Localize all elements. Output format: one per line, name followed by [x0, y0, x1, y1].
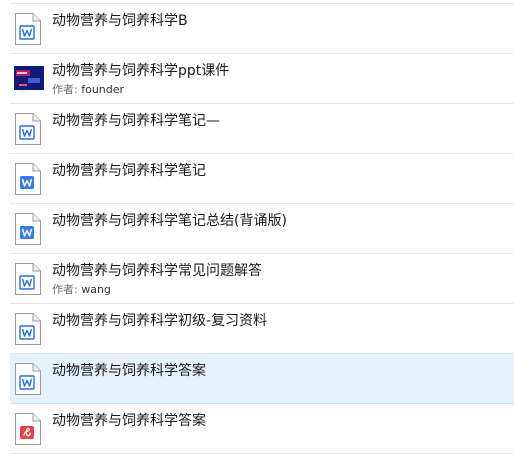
file-title[interactable]: 动物营养与饲养科学笔记 — [52, 162, 206, 180]
word-doc-icon — [14, 12, 42, 46]
word-doc-icon — [14, 112, 42, 146]
file-title[interactable]: 动物营养与饲养科学B — [52, 12, 188, 30]
word-doc-icon — [14, 212, 42, 246]
file-list: 动物营养与饲养科学B 动物营养与饲养科学ppt课件 作者: founder 动物… — [0, 0, 514, 459]
word-doc-icon — [14, 262, 42, 296]
file-row[interactable]: 动物营养与饲养科学笔记 — [10, 154, 514, 204]
file-title[interactable]: 动物营养与饲养科学初级-复习资料 — [52, 312, 267, 330]
file-title[interactable]: 动物营养与饲养科学ppt课件 — [52, 62, 229, 80]
file-title[interactable]: 动物营养与饲养科学常见问题解答 — [52, 262, 262, 280]
file-author: 作者: founder — [52, 83, 124, 97]
word-doc-icon — [14, 362, 42, 396]
file-row[interactable]: 动物营养与饲养科学ppt课件 作者: founder — [10, 54, 514, 104]
file-title[interactable]: 动物营养与饲养科学笔记总结(背诵版) — [52, 212, 287, 230]
file-title[interactable]: 动物营养与饲养科学答案 — [52, 362, 206, 380]
pdf-doc-icon — [14, 412, 42, 446]
file-title[interactable]: 动物营养与饲养科学答案 — [52, 412, 206, 430]
author-label: 作者: — [52, 83, 78, 96]
file-row[interactable]: 动物营养与饲养科学答案 — [10, 404, 514, 454]
file-row[interactable]: 动物营养与饲养科学常见问题解答 作者: wang — [10, 254, 514, 304]
image-thumbnail — [14, 66, 44, 90]
file-title[interactable]: 动物营养与饲养科学笔记— — [52, 112, 220, 130]
file-row-selected[interactable]: 动物营养与饲养科学答案 — [10, 354, 514, 404]
author-value: founder — [81, 83, 125, 96]
file-row[interactable]: 动物营养与饲养科学初级-复习资料 — [10, 304, 514, 354]
word-doc-icon — [14, 312, 42, 346]
word-doc-icon — [14, 162, 42, 196]
file-row[interactable]: 动物营养与饲养科学笔记总结(背诵版) — [10, 204, 514, 254]
author-value: wang — [81, 283, 111, 296]
author-label: 作者: — [52, 283, 78, 296]
file-author: 作者: wang — [52, 283, 111, 297]
file-row[interactable]: 动物营养与饲养科学笔记— — [10, 104, 514, 154]
file-row[interactable]: 动物营养与饲养科学B — [10, 4, 514, 54]
